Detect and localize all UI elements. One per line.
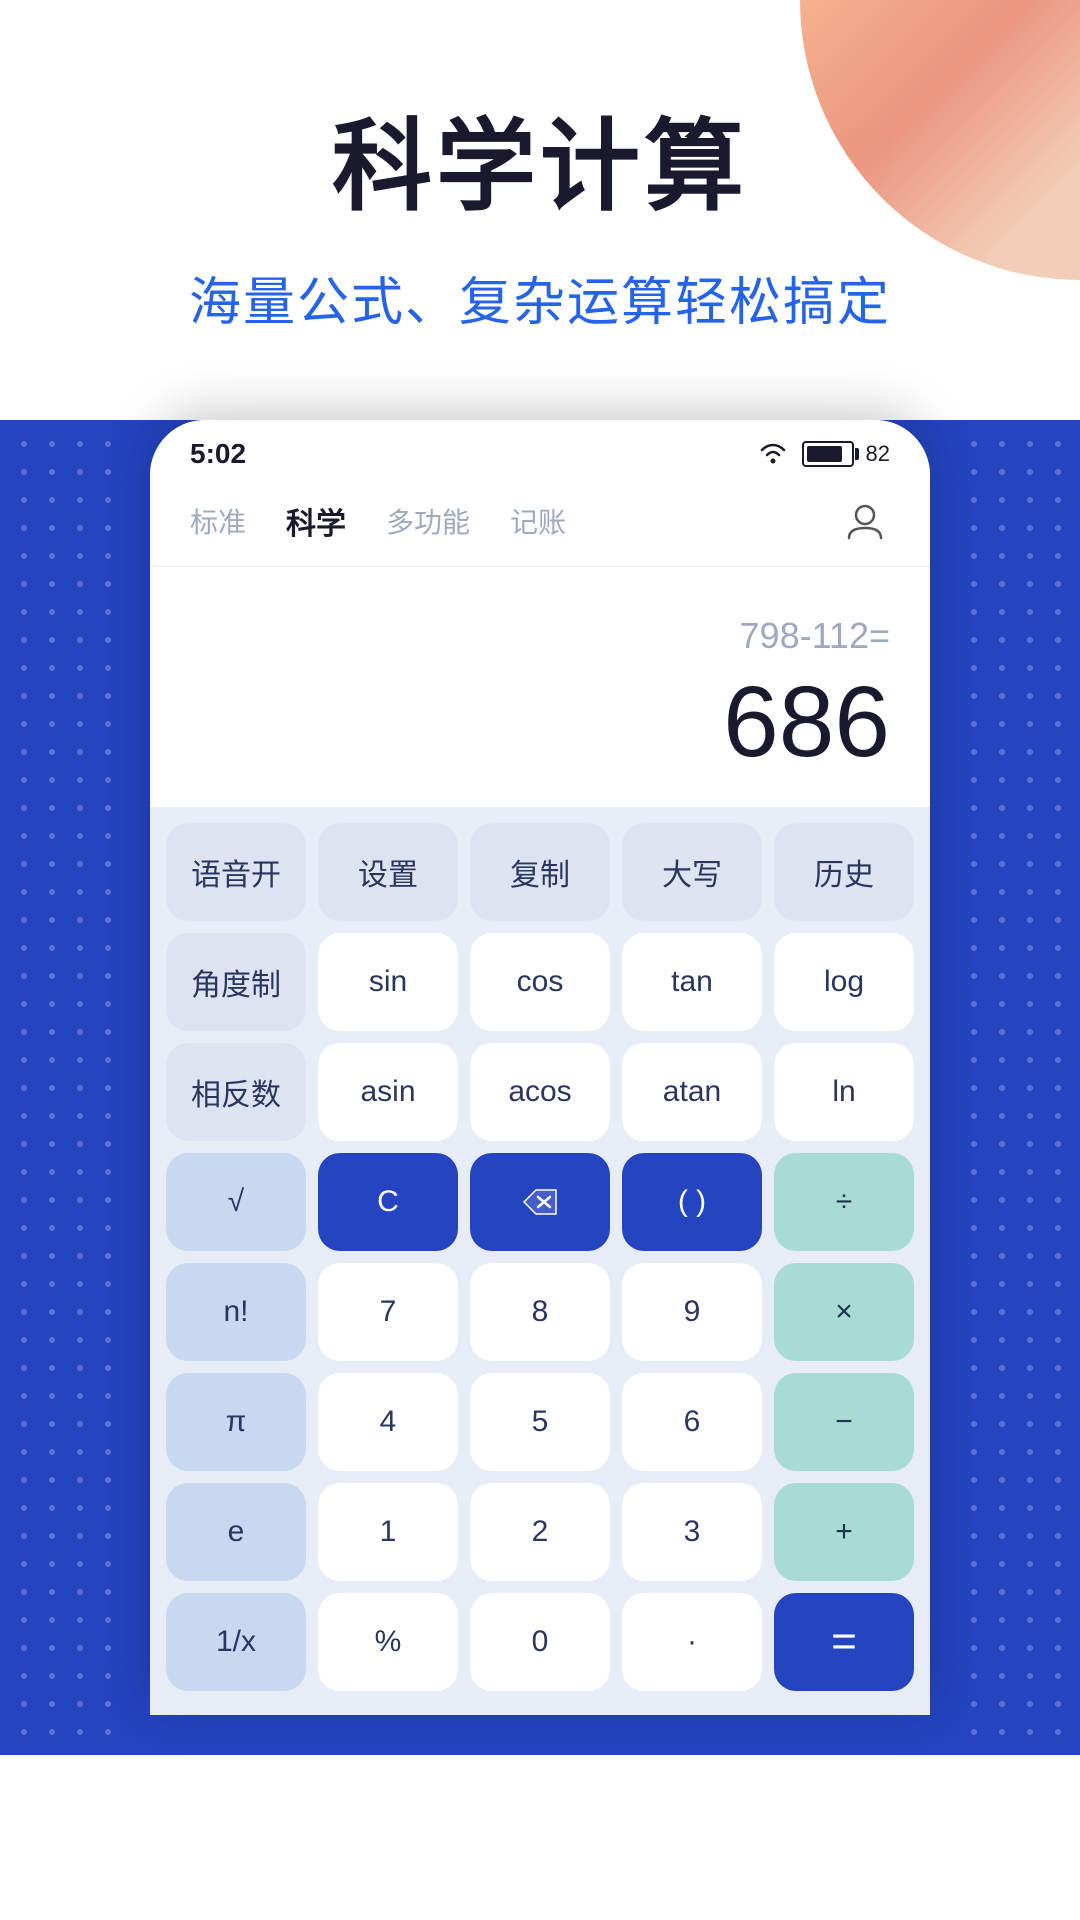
tab-standard[interactable]: 标准 xyxy=(190,501,246,541)
btn-angle[interactable]: 角度制 xyxy=(166,933,306,1031)
blue-dots-right xyxy=(950,420,1080,1755)
btn-7[interactable]: 7 xyxy=(318,1263,458,1361)
nav-tabs: 标准 科学 多功能 记账 xyxy=(150,480,930,567)
battery-icon xyxy=(802,441,854,467)
battery-level: 82 xyxy=(866,441,890,467)
calc-result: 686 xyxy=(723,667,890,777)
btn-divide[interactable]: ÷ xyxy=(774,1153,914,1251)
btn-3[interactable]: 3 xyxy=(622,1483,762,1581)
btn-reciprocal[interactable]: 1/x xyxy=(166,1593,306,1691)
tab-multi[interactable]: 多功能 xyxy=(386,501,470,541)
btn-cos[interactable]: cos xyxy=(470,933,610,1031)
top-section: 科学计算 海量公式、复杂运算轻松搞定 xyxy=(0,0,1080,420)
btn-e[interactable]: e xyxy=(166,1483,306,1581)
tab-science[interactable]: 科学 xyxy=(286,499,346,543)
btn-9[interactable]: 9 xyxy=(622,1263,762,1361)
calc-row-5: π 4 5 6 − xyxy=(166,1373,914,1471)
btn-dot[interactable]: · xyxy=(622,1593,762,1691)
btn-percent[interactable]: % xyxy=(318,1593,458,1691)
btn-acos[interactable]: acos xyxy=(470,1043,610,1141)
btn-settings[interactable]: 设置 xyxy=(318,823,458,921)
btn-clear[interactable]: C xyxy=(318,1153,458,1251)
blue-background: 5:02 82 标准 科学 多功能 记账 xyxy=(0,420,1080,1755)
calc-row-1: 角度制 sin cos tan log xyxy=(166,933,914,1031)
btn-asin[interactable]: asin xyxy=(318,1043,458,1141)
tab-account[interactable]: 记账 xyxy=(510,501,566,541)
btn-history[interactable]: 历史 xyxy=(774,823,914,921)
btn-add[interactable]: + xyxy=(774,1483,914,1581)
btn-log[interactable]: log xyxy=(774,933,914,1031)
btn-factorial[interactable]: n! xyxy=(166,1263,306,1361)
calc-expression: 798-112= xyxy=(740,615,890,657)
btn-4[interactable]: 4 xyxy=(318,1373,458,1471)
btn-8[interactable]: 8 xyxy=(470,1263,610,1361)
btn-neg[interactable]: 相反数 xyxy=(166,1043,306,1141)
main-title: 科学计算 xyxy=(332,85,748,230)
phone-mockup: 5:02 82 标准 科学 多功能 记账 xyxy=(150,420,930,1715)
calc-row-4: n! 7 8 9 × xyxy=(166,1263,914,1361)
calc-row-2: 相反数 asin acos atan ln xyxy=(166,1043,914,1141)
status-time: 5:02 xyxy=(190,438,246,470)
btn-2[interactable]: 2 xyxy=(470,1483,610,1581)
btn-multiply[interactable]: × xyxy=(774,1263,914,1361)
profile-icon[interactable] xyxy=(840,496,890,546)
btn-copy[interactable]: 复制 xyxy=(470,823,610,921)
wifi-icon xyxy=(756,442,790,466)
calc-row-3: √ C ( ) ÷ xyxy=(166,1153,914,1251)
btn-voice[interactable]: 语音开 xyxy=(166,823,306,921)
btn-0[interactable]: 0 xyxy=(470,1593,610,1691)
calc-keyboard: 语音开 设置 复制 大写 历史 角度制 sin cos tan log 相反数 … xyxy=(150,807,930,1715)
blue-dots-left xyxy=(0,420,130,1755)
calc-row-7: 1/x % 0 · = xyxy=(166,1593,914,1691)
btn-atan[interactable]: atan xyxy=(622,1043,762,1141)
calc-row-0: 语音开 设置 复制 大写 历史 xyxy=(166,823,914,921)
btn-ln[interactable]: ln xyxy=(774,1043,914,1141)
subtitle: 海量公式、复杂运算轻松搞定 xyxy=(189,260,891,335)
btn-backspace[interactable] xyxy=(470,1153,610,1251)
status-bar: 5:02 82 xyxy=(150,420,930,480)
status-icons: 82 xyxy=(756,441,890,467)
btn-1[interactable]: 1 xyxy=(318,1483,458,1581)
btn-subtract[interactable]: − xyxy=(774,1373,914,1471)
btn-caps[interactable]: 大写 xyxy=(622,823,762,921)
hand-decoration xyxy=(800,0,1080,280)
btn-parentheses[interactable]: ( ) xyxy=(622,1153,762,1251)
btn-sqrt[interactable]: √ xyxy=(166,1153,306,1251)
btn-5[interactable]: 5 xyxy=(470,1373,610,1471)
tab-group: 标准 科学 多功能 记账 xyxy=(190,499,566,543)
calc-display: 798-112= 686 xyxy=(150,567,930,807)
btn-equal[interactable]: = xyxy=(774,1593,914,1691)
btn-sin[interactable]: sin xyxy=(318,933,458,1031)
calc-row-6: e 1 2 3 + xyxy=(166,1483,914,1581)
btn-tan[interactable]: tan xyxy=(622,933,762,1031)
btn-pi[interactable]: π xyxy=(166,1373,306,1471)
btn-6[interactable]: 6 xyxy=(622,1373,762,1471)
